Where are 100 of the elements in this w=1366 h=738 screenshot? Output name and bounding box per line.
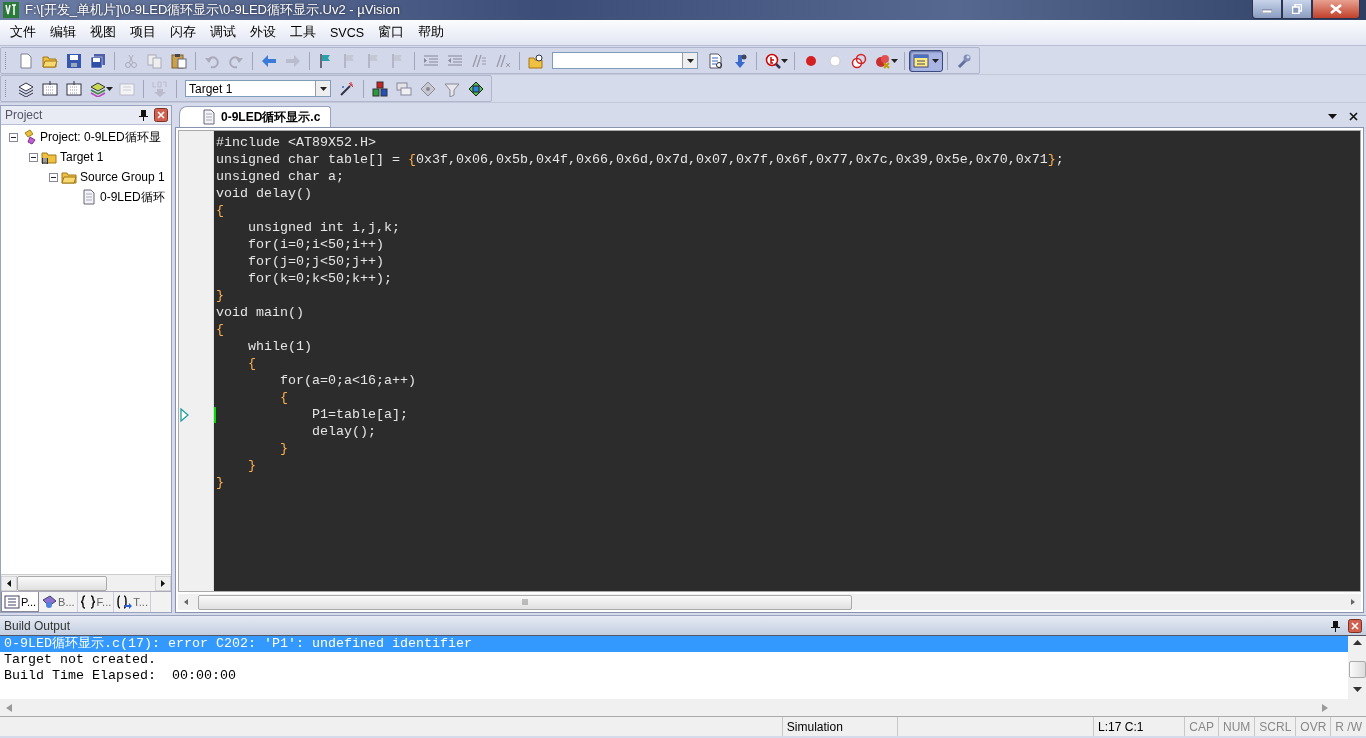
minimize-button[interactable] [1252,0,1282,19]
menu-item[interactable]: 窗口 [371,21,412,44]
panel-title: Build Output [4,618,72,633]
dropdown-arrow-icon [319,86,327,91]
panel-tab[interactable]: P... [1,592,40,612]
code-line: } [216,287,224,304]
expander-icon[interactable] [49,172,58,182]
braces-icon [79,594,96,610]
panel-tab[interactable]: B... [39,592,78,612]
scrollbar[interactable] [178,594,1361,610]
caret-icon[interactable] [106,86,113,91]
batch-build-icon[interactable] [90,80,106,97]
restore-icon [1292,4,1302,14]
menu-item[interactable]: 项目 [123,21,163,44]
target-select[interactable]: Target 1 [185,80,331,97]
app-icon [3,2,19,18]
uncomment-icon[interactable] [495,52,511,69]
save-all-icon[interactable] [90,52,106,69]
output-line[interactable]: Build Time Elapsed: 00:00:00 [0,668,1348,684]
tree-item[interactable]: 0-9LED循环 [100,188,165,206]
code-line: void main() [216,304,304,321]
new-file-icon[interactable] [18,52,34,69]
expander-icon[interactable] [29,152,38,162]
caret-icon[interactable] [781,58,788,63]
wrench-icon[interactable] [956,52,972,69]
save-icon[interactable] [66,52,82,69]
rebuild-icon[interactable] [66,80,82,97]
menu-item[interactable]: 视图 [83,21,123,44]
panel-tab[interactable]: F... [77,592,115,612]
code-line: void delay() [216,185,312,202]
status-indicator: R /W [1335,719,1362,734]
funnel-icon[interactable] [444,80,460,97]
code-line: } [216,474,224,491]
dropdown-arrow-icon [686,58,694,63]
output-line[interactable]: Target not created. [0,652,1348,668]
code-line: { [216,321,224,338]
close-icon[interactable] [154,108,168,122]
status-indicator: SCRL [1259,719,1292,734]
pin-icon[interactable] [1331,619,1340,632]
close-icon[interactable] [1348,618,1362,633]
close-button[interactable] [1312,0,1360,19]
colored-diamonds-icon[interactable] [468,80,484,97]
magic-wand-icon[interactable] [339,80,355,97]
binoculars-arrow-icon[interactable] [732,52,748,69]
scroll-thumb[interactable] [1348,660,1366,678]
find-document-icon[interactable] [708,52,724,69]
scrollbar[interactable] [0,699,1348,716]
files-tab-icon [4,593,20,610]
menu-item[interactable]: 外设 [243,21,283,44]
scroll-up-icon [1352,640,1362,645]
breakpoints-icon[interactable] [851,52,867,69]
code-line: { [247,355,256,372]
code-line: for(k=0;k<50;k++); [247,270,392,287]
diamond-icon[interactable] [420,80,436,97]
target-icon [41,149,57,165]
code-line: for(j=0;j<50;j++) [247,253,384,270]
scrollbar[interactable] [1348,636,1366,716]
menu-item[interactable]: 文件 [3,21,43,44]
comment-icon[interactable] [471,52,487,69]
debug-magnifier-icon[interactable] [765,52,781,69]
colored-blocks-icon[interactable] [372,80,388,97]
menu-item[interactable]: 编辑 [43,21,83,44]
stack-icon[interactable] [18,80,34,97]
scroll-thumb[interactable] [17,575,107,591]
caret-icon[interactable] [891,58,898,63]
panel-tab[interactable]: T... [114,592,151,612]
tab-list-icon[interactable] [1328,113,1337,119]
build-icon[interactable] [42,80,58,97]
tree-item[interactable]: Project: 0-9LED循环显 [40,128,161,146]
pin-icon[interactable] [139,109,148,121]
status-indicator: NUM [1222,719,1251,734]
grip-icon [521,599,529,605]
code-line: delay(); [310,423,376,440]
scrollbar[interactable] [1,574,171,591]
tree-item[interactable]: Target 1 [60,150,104,164]
window-button[interactable] [909,49,943,72]
stacked-windows-icon[interactable] [396,80,412,97]
scroll-thumb[interactable] [198,594,852,610]
paste-icon[interactable] [171,52,187,69]
menu-item[interactable]: 调试 [203,21,243,44]
restore-button[interactable] [1282,0,1312,19]
folder-search-icon[interactable] [528,52,544,69]
menu-item[interactable]: 帮助 [411,21,452,44]
editor-tab[interactable]: 0-9LED循环显示.c [179,106,332,127]
close-icon [1330,4,1342,14]
menu-item[interactable]: SVCS [323,22,372,43]
window-title: F:\[开发_单机片]\0-9LED循环显示\0-9LED循环显示.Uv2 - µVision [25,1,401,19]
expander-icon[interactable] [9,132,18,142]
code-line: unsigned char table[] = {0x3f,0x06,0x5b,0x4f,0x66,0x6d,0x7d,0x07,0x7f,0x6f,0x77,0x7c,0x39,0x5e,0x70,0x71}; [216,151,1064,168]
clear-breakpoints-icon[interactable] [875,52,891,69]
text-cursor [214,406,216,423]
find-combo[interactable] [552,52,698,69]
close-icon[interactable] [1349,111,1358,121]
code-line: P1=table[a]; [310,406,408,423]
scroll-right-icon [1322,703,1328,712]
menu-item[interactable]: 工具 [283,21,323,44]
menu-item[interactable]: 闪存 [163,21,203,44]
tree-item[interactable]: Source Group 1 [80,170,165,184]
code-line: unsigned char a; [216,168,344,185]
panel-title: Project [5,108,44,122]
